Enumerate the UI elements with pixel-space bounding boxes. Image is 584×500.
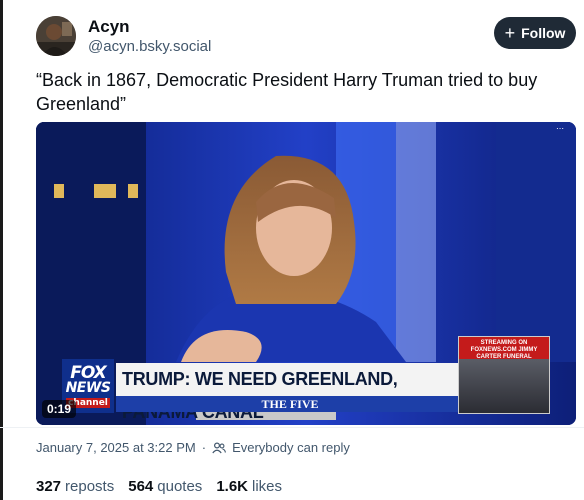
handle[interactable]: @acyn.bsky.social: [88, 38, 211, 55]
window-edge: [0, 0, 3, 500]
display-name[interactable]: Acyn: [88, 17, 130, 37]
post-header: Acyn @acyn.bsky.social + Follow: [36, 14, 576, 58]
quotes-stat[interactable]: 564 quotes: [128, 478, 202, 495]
show-name-bar: THE FIVE: [116, 396, 464, 412]
divider: [0, 427, 584, 428]
post-meta: January 7, 2025 at 3:22 PM · Everybody c…: [36, 440, 350, 455]
people-icon: [212, 441, 227, 453]
more-options-icon[interactable]: ⋯: [556, 124, 570, 133]
avatar[interactable]: [36, 16, 76, 56]
video-duration: 0:19: [42, 400, 77, 418]
news-chyron: TRUMP: WE NEED GREENLAND, PANAMA CANAL: [116, 363, 464, 422]
post-text: “Back in 1867, Democratic President Harr…: [36, 70, 538, 114]
engagement-stats: 327 reposts 564 quotes 1.6K likes: [36, 478, 282, 495]
picture-in-picture: STREAMING ON FOXNEWS.COM JIMMY CARTER FU…: [458, 336, 550, 414]
likes-stat[interactable]: 1.6K likes: [216, 478, 282, 495]
video-player[interactable]: FOX NEWS channel TRUMP: WE NEED GREENLAN…: [36, 122, 576, 425]
reposts-stat[interactable]: 327 reposts: [36, 478, 114, 495]
separator-dot: ·: [201, 440, 207, 455]
plus-icon: +: [504, 22, 516, 43]
reply-setting[interactable]: Everybody can reply: [232, 440, 350, 455]
pip-scene: [459, 359, 549, 413]
follow-button-label: Follow: [521, 25, 566, 41]
timestamp[interactable]: January 7, 2025 at 3:22 PM: [36, 440, 196, 455]
follow-button[interactable]: + Follow: [494, 17, 576, 49]
